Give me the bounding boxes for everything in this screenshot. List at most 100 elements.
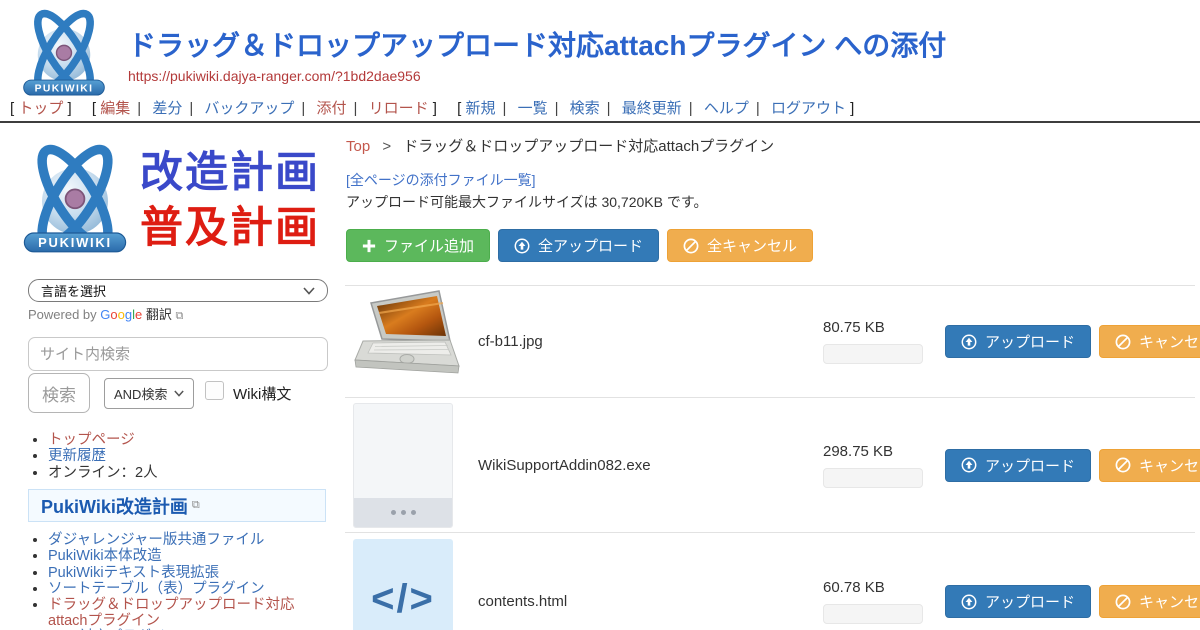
- sidebar-link-core-mods[interactable]: PukiWiki本体改造: [48, 548, 162, 564]
- upload-all-button[interactable]: 全アップロード: [498, 229, 659, 262]
- wiki-syntax-checkbox[interactable]: [205, 381, 224, 400]
- file-row: WikiSupportAddin082.exe 298.75 KB アップロード: [345, 397, 1195, 532]
- cancel-all-button[interactable]: 全キャンセル: [667, 229, 813, 262]
- circle-arrow-up-icon: [961, 334, 977, 350]
- nav-link-backup[interactable]: バックアップ: [204, 100, 294, 117]
- search-button[interactable]: 検索: [28, 373, 90, 413]
- breadcrumb-current: ドラッグ＆ドロップアップロード対応attachプラグイン: [403, 138, 774, 155]
- code-glyph: </>: [353, 577, 453, 622]
- breadcrumb-home-link[interactable]: Top: [346, 138, 370, 155]
- sidebar-link-dragdrop-attach[interactable]: ドラッグ＆ドロップアップロード対応attachプラグイン: [48, 597, 295, 629]
- external-link-icon: ⧉: [192, 499, 200, 512]
- sidebar-link-sort-table[interactable]: ソートテーブル（表）プラグイン: [48, 581, 265, 597]
- language-select[interactable]: 言語を選択: [28, 279, 328, 302]
- ban-circle-icon: [683, 238, 699, 254]
- nav-link-edit[interactable]: 編集: [100, 100, 130, 117]
- ban-circle-icon: [1115, 457, 1131, 473]
- sidebar-quick-list: トップページ 更新履歴 オンライン：2人: [48, 433, 328, 482]
- nav-group-top: [ トップ ]: [10, 100, 72, 117]
- nav-link-top[interactable]: トップ: [18, 100, 63, 117]
- cancel-button[interactable]: キャンセル: [1099, 585, 1200, 618]
- search-mode-select[interactable]: AND検索: [104, 378, 194, 409]
- ban-circle-icon: [1115, 334, 1131, 350]
- nav-link-reload[interactable]: リロード: [369, 100, 429, 117]
- nav-link-recent[interactable]: 最終更新: [622, 100, 682, 117]
- add-files-button[interactable]: ファイル追加: [346, 229, 490, 262]
- page-fold: [426, 403, 452, 404]
- upload-toolbar: ファイル追加 全アップロード 全キャンセル: [346, 229, 813, 262]
- file-size: 80.75 KB: [823, 319, 945, 336]
- circle-arrow-up-icon: [961, 457, 977, 473]
- nav-link-attach[interactable]: 添付: [317, 100, 347, 117]
- upload-progress-bar: [823, 344, 923, 364]
- list-item: ソートテーブル（表）プラグイン: [48, 582, 330, 598]
- plus-icon: [362, 239, 376, 253]
- sidebar-link-common-files[interactable]: ダジャレンジャー版共通ファイル: [48, 532, 264, 548]
- site-search-input[interactable]: [28, 337, 328, 371]
- list-item: PukiWikiテキスト表現拡張: [48, 566, 330, 582]
- nav-link-new[interactable]: 新規: [465, 100, 495, 117]
- file-icon-footer: [354, 498, 452, 527]
- cancel-button[interactable]: キャンセル: [1099, 449, 1200, 482]
- sidebar-link-recent-changes[interactable]: 更新履歴: [48, 448, 106, 464]
- pukiwiki-attach-page: PUKIWIKI ドラッグ＆ドロップアップロード対応attachプラグイン への…: [0, 0, 1200, 630]
- laptop-photo-thumbnail: [353, 289, 465, 389]
- sidebar-links-list: ダジャレンジャー版共通ファイル PukiWiki本体改造 PukiWikiテキス…: [48, 533, 330, 630]
- file-thumbnail-cell: </>: [345, 539, 478, 630]
- list-item: トップページ: [48, 433, 328, 449]
- chevron-down-icon: [303, 287, 315, 295]
- slogan-line-2: 普及計画: [140, 201, 340, 256]
- cancel-button[interactable]: キャンセル: [1099, 325, 1200, 358]
- sidebar-link-text-extension[interactable]: PukiWikiテキスト表現拡張: [48, 565, 219, 581]
- file-name: cf-b11.jpg: [478, 333, 823, 350]
- generic-file-icon: [353, 403, 453, 528]
- upload-file-list: cf-b11.jpg 80.75 KB アップロード: [345, 285, 1195, 630]
- list-item: オンライン：2人: [48, 466, 328, 482]
- upload-button[interactable]: アップロード: [945, 449, 1091, 482]
- file-name: WikiSupportAddin082.exe: [478, 457, 823, 474]
- file-actions: アップロード キャンセル: [945, 325, 1195, 358]
- language-select-value: 言語を選択: [41, 281, 106, 300]
- file-size-cell: 80.75 KB: [823, 319, 945, 364]
- nav-link-logout[interactable]: ログアウト: [771, 100, 846, 117]
- nav-link-list[interactable]: 一覧: [518, 100, 548, 117]
- upload-button[interactable]: アップロード: [945, 325, 1091, 358]
- file-actions: アップロード キャンセル: [945, 585, 1195, 618]
- file-size: 60.78 KB: [823, 579, 945, 596]
- wiki-syntax-label: Wiki構文: [233, 383, 291, 404]
- nav-link-help[interactable]: ヘルプ: [704, 100, 749, 117]
- list-item: ドラッグ＆ドロップアップロード対応attachプラグイン: [48, 598, 330, 630]
- page-permalink[interactable]: https://pukiwiki.dajya-ranger.com/?1bd2d…: [128, 68, 421, 84]
- svg-text:PUKIWIKI: PUKIWIKI: [38, 235, 112, 250]
- project-banner-link[interactable]: PukiWiki改造計画: [41, 493, 188, 519]
- page-title: ドラッグ＆ドロップアップロード対応attachプラグイン への添付: [128, 24, 946, 64]
- list-item: ダジャレンジャー版共通ファイル: [48, 533, 330, 549]
- top-navigation: [ トップ ] [ 編集| 差分| バックアップ| 添付| リロード ] [ 新…: [10, 97, 870, 118]
- upload-progress-bar: [823, 468, 923, 488]
- ban-circle-icon: [1115, 594, 1131, 610]
- nav-link-search[interactable]: 検索: [570, 100, 600, 117]
- external-link-icon: ⧉: [176, 310, 184, 322]
- breadcrumb-separator: >: [382, 138, 391, 155]
- online-count: オンライン：2人: [48, 465, 158, 481]
- google-wordmark: Google: [100, 307, 142, 322]
- file-row: </> contents.html 60.78 KB アップロード: [345, 532, 1195, 630]
- upload-progress-bar: [823, 604, 923, 624]
- sidebar-link-top-page[interactable]: トップページ: [48, 432, 135, 448]
- project-banner: PukiWiki改造計画 ⧉: [28, 489, 326, 522]
- breadcrumb: Top > ドラッグ＆ドロップアップロード対応attachプラグイン: [346, 135, 774, 156]
- file-row: cf-b11.jpg 80.75 KB アップロード: [345, 285, 1195, 397]
- file-size: 298.75 KB: [823, 443, 945, 460]
- nav-link-diff[interactable]: 差分: [152, 100, 182, 117]
- sidebar-logo[interactable]: PUKIWIKI: [16, 140, 134, 258]
- chevron-down-icon: [174, 390, 184, 397]
- slogan-line-1: 改造計画: [140, 146, 340, 201]
- pukiwiki-logo[interactable]: PUKIWIKI: [14, 6, 114, 101]
- header-divider: [0, 121, 1200, 123]
- atom-logo-icon: PUKIWIKI: [14, 6, 114, 96]
- sidebar-logo-slogan: 改造計画 普及計画: [140, 146, 340, 256]
- upload-button[interactable]: アップロード: [945, 585, 1091, 618]
- translate-label: 翻訳: [146, 307, 172, 322]
- file-size-cell: 298.75 KB: [823, 443, 945, 488]
- all-pages-attachment-list-link[interactable]: [全ページの添付ファイル一覧]: [346, 170, 536, 190]
